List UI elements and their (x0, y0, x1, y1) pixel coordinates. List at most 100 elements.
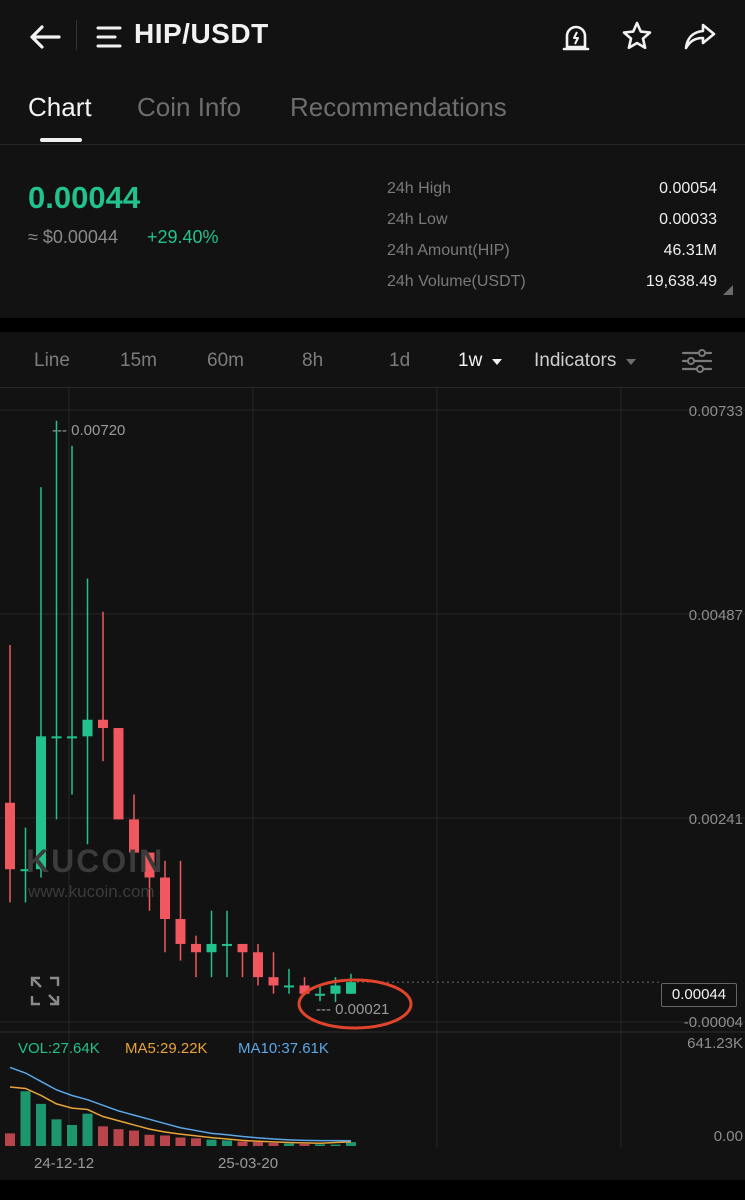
stat-label-amount: 24h Amount(HIP) (387, 242, 510, 259)
volume-bar (82, 1113, 93, 1146)
chevron-down-icon (625, 350, 637, 372)
top-header: HIP/USDT (0, 0, 745, 75)
corner-triangle-icon (723, 282, 733, 300)
volume-bar (330, 1144, 341, 1146)
candle-body (191, 943, 201, 953)
interval-60m[interactable]: 60m (207, 350, 244, 372)
volume-bar (268, 1142, 279, 1146)
back-arrow-icon[interactable] (28, 22, 62, 57)
candle-body (51, 736, 62, 739)
y-axis-tick-4: -0.00004 (683, 1014, 743, 1031)
stat-value-volume: 19,638.49 (645, 273, 717, 290)
chevron-down-icon (491, 350, 503, 372)
section-gap (0, 318, 745, 332)
tab-coin-info[interactable]: Coin Info (137, 92, 241, 123)
divider (0, 144, 745, 145)
pair-title[interactable]: HIP/USDT (134, 18, 269, 50)
stat-label-low: 24h Low (387, 211, 448, 228)
candle-body (175, 919, 186, 944)
bottom-bar (0, 1180, 745, 1200)
active-tab-indicator (40, 138, 82, 142)
tab-chart[interactable]: Chart (28, 92, 92, 123)
high-marker-value: 0.00720 (71, 422, 126, 439)
volume-bar (20, 1091, 31, 1146)
candle-body (253, 952, 263, 978)
vol-axis-max: 641.23K (687, 1035, 743, 1052)
volume-bar (175, 1137, 186, 1146)
fullscreen-icon[interactable] (29, 975, 61, 1012)
kucoin-watermark: KUCOIN (26, 843, 165, 879)
vol-indicator: VOL:27.64K (18, 1040, 100, 1057)
volume-bar (206, 1139, 217, 1146)
volume-bar (36, 1103, 46, 1146)
alert-bell-icon[interactable] (561, 21, 591, 58)
stat-label-high: 24h High (387, 180, 452, 197)
volume-bar (51, 1119, 62, 1146)
candle-body (98, 719, 108, 729)
interval-15m[interactable]: 15m (120, 350, 157, 372)
volume-bar (160, 1135, 170, 1146)
candle-body (268, 977, 279, 986)
volume-bar (237, 1141, 248, 1146)
candlestick-chart (0, 388, 745, 1148)
volume-bar (191, 1138, 201, 1146)
volume-bar (144, 1134, 155, 1146)
volume-bar (113, 1129, 124, 1146)
date-label-2: 25-03-20 (218, 1155, 279, 1172)
date-label-1: 24-12-12 (34, 1155, 95, 1172)
indicators-dropdown[interactable]: Indicators (534, 350, 637, 372)
header-divider (76, 20, 77, 50)
volume-bar (67, 1124, 77, 1146)
volume-bar (129, 1130, 139, 1146)
high-marker-dash: --- (52, 422, 72, 439)
low-marker-value: 0.00021 (335, 1001, 390, 1018)
star-icon[interactable] (621, 20, 653, 57)
price-chart[interactable] (0, 388, 745, 1158)
ma5-indicator: MA5:29.22K (125, 1040, 208, 1057)
y-axis-tick-2: 0.00487 (688, 607, 743, 624)
candle-body (160, 877, 170, 920)
interval-1w[interactable]: 1w (458, 350, 503, 372)
stat-value-high: 0.00054 (659, 180, 717, 197)
fiat-price: ≈ $0.00044 (28, 227, 118, 247)
tab-bar: Chart Coin Info Recommendations (0, 80, 745, 142)
last-price: 0.00044 (28, 180, 141, 215)
candle-body (82, 719, 93, 737)
sliders-icon[interactable] (681, 348, 713, 379)
volume-bar (315, 1144, 325, 1146)
volume-bar (299, 1143, 310, 1146)
interval-8h[interactable]: 8h (302, 350, 323, 372)
volume-bar (284, 1143, 294, 1146)
current-price-tag: 0.00044 (661, 983, 737, 1007)
stat-label-volume: 24h Volume(USDT) (387, 273, 526, 290)
candle-body (237, 943, 248, 953)
candle-body (206, 943, 217, 953)
vol-axis-min: 0.00 (713, 1128, 743, 1145)
candle-body (222, 943, 232, 946)
chart-toolbar: Line 15m 60m 8h 1d 1w Indicators (0, 332, 745, 388)
tab-recommendations[interactable]: Recommendations (290, 92, 507, 123)
volume-bar (5, 1133, 15, 1146)
ma10-indicator: MA10:37.61K (238, 1040, 329, 1057)
volume-bar (253, 1142, 263, 1146)
volume-bar (98, 1126, 108, 1146)
interval-1d[interactable]: 1d (389, 350, 410, 372)
stat-value-amount: 46.31M (663, 242, 717, 259)
menu-lines-icon[interactable] (95, 24, 123, 55)
volume-bar (222, 1140, 232, 1146)
stat-value-low: 0.00033 (659, 211, 717, 228)
y-axis-tick-3: 0.00241 (688, 811, 743, 828)
candle-body (67, 736, 77, 739)
candle-body (330, 985, 341, 994)
interval-line[interactable]: Line (34, 350, 70, 372)
candle-body (284, 985, 294, 988)
share-icon[interactable] (683, 21, 717, 56)
y-axis-tick-1: 0.00733 (688, 403, 743, 420)
low-marker-label: --- 0.00021 (316, 1001, 389, 1018)
candle-body (315, 993, 325, 996)
kucoin-watermark-url: www.kucoin.com (28, 882, 155, 901)
high-marker-label: --- 0.00720 (52, 422, 125, 439)
indicators-label: Indicators (534, 350, 617, 372)
candle-body (346, 982, 356, 994)
low-marker-dash: --- (316, 1001, 336, 1018)
